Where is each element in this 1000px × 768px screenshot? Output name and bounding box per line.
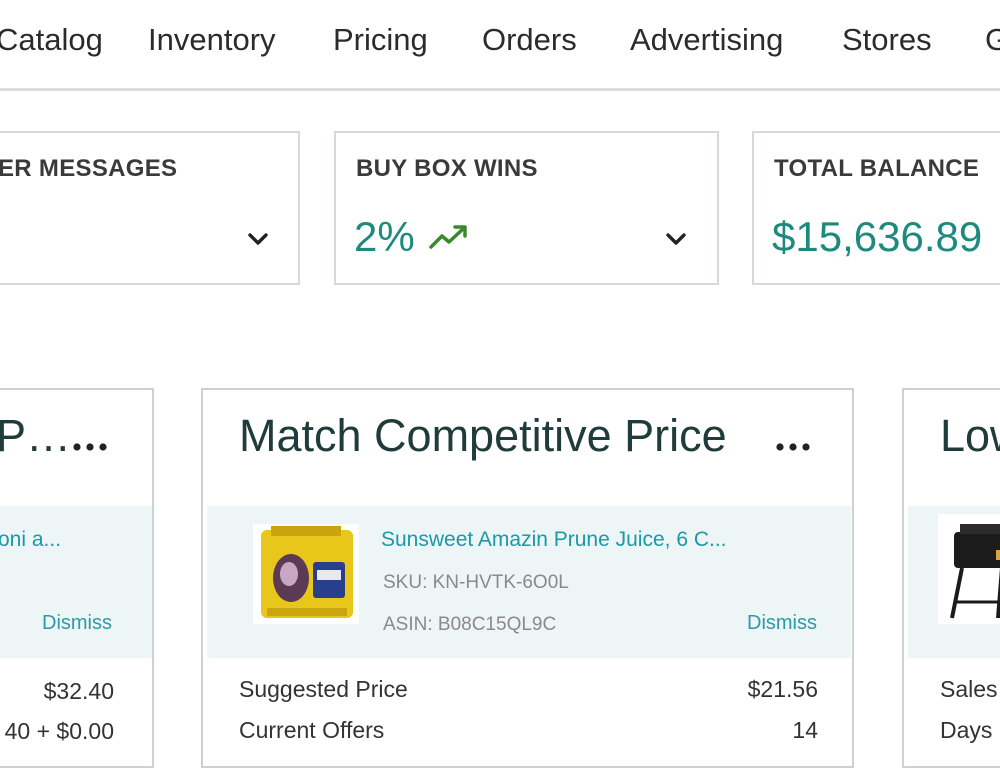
product-asin: ASIN: B08C15QL9C bbox=[383, 614, 557, 635]
product-thumbnail[interactable] bbox=[253, 524, 359, 624]
nav-divider bbox=[0, 88, 1000, 91]
customer-messages-card[interactable]: ER MESSAGES bbox=[0, 131, 300, 285]
metric-title: ER MESSAGES bbox=[0, 155, 178, 182]
days-label: Days bbox=[940, 717, 993, 743]
metric-value: 2% bbox=[354, 213, 415, 260]
chevron-down-icon[interactable] bbox=[244, 225, 272, 253]
card-title: P… bbox=[0, 410, 72, 461]
product-band bbox=[908, 506, 1000, 658]
row-value: 40 + $0.00 bbox=[4, 718, 114, 744]
nav-catalog[interactable]: Catalog bbox=[0, 22, 103, 58]
more-options-icon[interactable] bbox=[72, 442, 108, 452]
suggested-price-label: Suggested Price bbox=[239, 676, 408, 702]
card-title: Low bbox=[940, 410, 1000, 461]
top-navigation: Catalog Inventory Pricing Orders Adverti… bbox=[0, 0, 1000, 88]
product-link[interactable]: Sunsweet Amazin Prune Juice, 6 C... bbox=[381, 528, 727, 552]
recommendation-card-left: P… oni a... Dismiss $32.40 40 + $0.00 bbox=[0, 388, 154, 768]
match-competitive-price-card: Match Competitive Price Sunsweet Amazin … bbox=[201, 388, 854, 768]
card-title: Match Competitive Price bbox=[239, 410, 727, 461]
product-thumbnail[interactable] bbox=[938, 514, 1000, 624]
product-sku: SKU: KN-HVTK-6O0L bbox=[383, 572, 569, 593]
suggested-price-value: $21.56 bbox=[747, 676, 818, 702]
product-link[interactable]: oni a... bbox=[0, 528, 61, 552]
nav-advertising[interactable]: Advertising bbox=[630, 22, 783, 58]
nav-orders[interactable]: Orders bbox=[482, 22, 577, 58]
buy-box-wins-card[interactable]: BUY BOX WINS 2% bbox=[334, 131, 719, 285]
chevron-down-icon[interactable] bbox=[662, 225, 690, 253]
product-band: Sunsweet Amazin Prune Juice, 6 C... SKU:… bbox=[207, 506, 851, 658]
trend-up-icon bbox=[429, 225, 467, 249]
nav-growth[interactable]: G bbox=[985, 22, 1000, 58]
nav-pricing[interactable]: Pricing bbox=[333, 22, 428, 58]
nav-inventory[interactable]: Inventory bbox=[148, 22, 276, 58]
recommendation-card-right: Low Sales Days bbox=[902, 388, 1000, 768]
product-band: oni a... Dismiss bbox=[0, 506, 152, 658]
nav-stores[interactable]: Stores bbox=[842, 22, 932, 58]
dismiss-link[interactable]: Dismiss bbox=[42, 612, 112, 635]
metric-title: TOTAL BALANCE bbox=[774, 155, 980, 182]
sales-label: Sales bbox=[940, 676, 998, 702]
current-offers-label: Current Offers bbox=[239, 717, 385, 743]
dismiss-link[interactable]: Dismiss bbox=[747, 612, 817, 635]
current-offers-value: 14 bbox=[792, 717, 818, 743]
total-balance-card[interactable]: TOTAL BALANCE $15,636.89 bbox=[752, 131, 1000, 285]
more-options-icon[interactable] bbox=[775, 442, 811, 452]
metric-title: BUY BOX WINS bbox=[356, 155, 538, 182]
row-value: $32.40 bbox=[43, 678, 114, 704]
metric-value: $15,636.89 bbox=[772, 213, 983, 260]
